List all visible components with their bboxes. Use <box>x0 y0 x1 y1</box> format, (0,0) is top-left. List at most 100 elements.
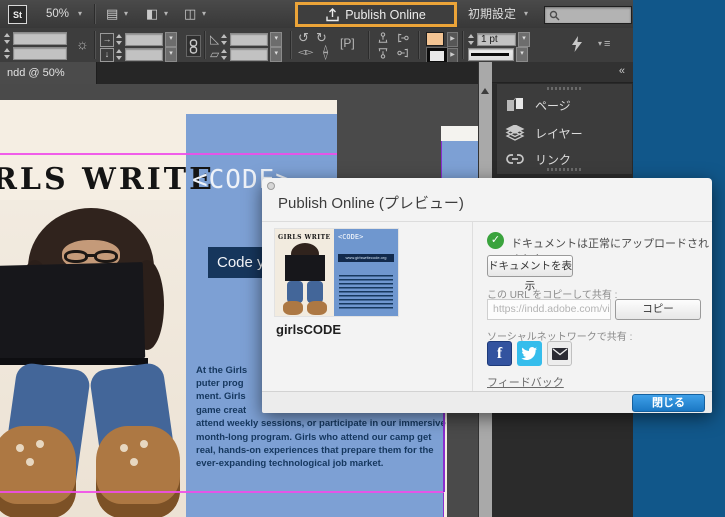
align-left-icon[interactable] <box>397 31 409 45</box>
tagline-bar: Code yo <box>208 247 270 278</box>
quick-apply-icon[interactable] <box>572 36 583 53</box>
scale-x-icon: → <box>100 33 114 47</box>
rotate-ccw-button[interactable]: ↺ <box>298 31 309 44</box>
zoom-level-value[interactable]: 50% <box>46 0 69 28</box>
envelope-icon <box>552 348 568 360</box>
thumb-photo-half: GIRLS WRITE <box>275 229 334 316</box>
arrange-documents-icon[interactable]: ◫ <box>184 0 196 28</box>
thumb-body-lines <box>339 275 393 309</box>
dock-header: « <box>492 62 633 83</box>
body-line: puter prog <box>196 378 244 389</box>
align-top-icon[interactable] <box>376 32 390 44</box>
girl-laptop-photo <box>0 200 186 517</box>
feedback-link[interactable]: フィードバック <box>487 374 564 390</box>
panel-menu-button[interactable]: ▾ ≡ <box>598 39 610 49</box>
panel-label: ページ <box>535 97 571 114</box>
view-document-button[interactable]: ドキュメントを表示 <box>487 255 573 277</box>
panel-drag-handle[interactable] <box>547 168 581 171</box>
search-icon <box>549 10 560 21</box>
twitter-share-button[interactable] <box>517 341 542 366</box>
constrain-proportions-toggle[interactable] <box>186 35 201 57</box>
dialog-vertical-divider <box>472 222 473 391</box>
body-line: real, hands-on experiences that prepare … <box>196 445 434 456</box>
body-line: month-long program. Girls who attend our… <box>196 432 431 443</box>
panel-drag-handle[interactable] <box>547 87 581 90</box>
scale-y-icon: ↓ <box>100 48 114 62</box>
panel-tab-pages[interactable]: ページ <box>505 94 630 116</box>
copy-url-button[interactable]: コピー <box>615 299 701 320</box>
thumb-url-bar: www.girlswritecode.org <box>338 254 394 262</box>
thumb-jeans <box>287 281 303 303</box>
document-tab[interactable]: ndd @ 50% <box>0 62 97 84</box>
stroke-flyout-button[interactable]: ▶ <box>447 48 458 63</box>
upload-icon <box>326 8 339 22</box>
next-page-frame <box>441 141 478 178</box>
rotate-cw-button[interactable]: ↻ <box>316 31 327 44</box>
scroll-up-arrow[interactable] <box>481 88 489 94</box>
distribute-icon[interactable] <box>397 46 409 60</box>
dialog-doc-name: girlsCODE <box>276 322 341 337</box>
search-input[interactable] <box>544 6 632 24</box>
body-line: At the Girls <box>196 365 247 376</box>
height-field[interactable] <box>4 47 67 60</box>
twitter-bird-icon <box>521 347 538 361</box>
panel-group: ページ レイヤー リンク <box>496 83 633 175</box>
flip-vertical-button[interactable]: ◅▻ <box>319 45 332 60</box>
margin-guide-top <box>0 153 337 155</box>
body-line: ever-expanding technological job market. <box>196 458 383 469</box>
application-bar: St 50% ▾ ▤ ▾ ◧ ▾ ◫ ▾ Publish Online 初期設定… <box>0 0 633 29</box>
flip-horizontal-button[interactable]: ◅▻ <box>298 46 313 59</box>
stroke-style-field[interactable]: ▾ <box>468 47 528 62</box>
photo-boot-right <box>96 426 180 517</box>
pages-icon <box>505 97 525 113</box>
next-page-top <box>441 126 478 141</box>
email-share-button[interactable] <box>547 341 572 366</box>
scale-x-field[interactable]: →▾ <box>100 32 177 47</box>
document-thumbnail: GIRLS WRITE <CODE> www.girlswritecode.or… <box>275 229 398 316</box>
toolbar-separator <box>94 4 96 24</box>
collapse-panels-icon[interactable]: « <box>619 65 625 77</box>
screen-mode-icon[interactable]: ◧ <box>146 0 158 28</box>
workspace-arrow[interactable]: ▾ <box>524 0 528 28</box>
scale-y-field[interactable]: ↓▾ <box>100 47 177 62</box>
rotation-icon: ◺ <box>210 33 219 46</box>
photo-laptop <box>0 262 145 362</box>
thumb-boot <box>283 301 303 315</box>
thumb-code-text: <CODE> <box>338 233 363 241</box>
preview-spreads-icon[interactable]: ▤ <box>106 0 118 28</box>
dialog-divider <box>262 221 712 222</box>
share-url-field[interactable]: https://indd.adobe.com/view/2b5c3b9f <box>487 299 611 320</box>
photo-laptop-base <box>0 358 148 365</box>
preview-spreads-arrow[interactable]: ▾ <box>124 0 128 28</box>
links-icon <box>505 152 525 166</box>
dialog-window-dot[interactable] <box>267 182 275 190</box>
body-line: ment. Girls <box>196 391 246 402</box>
shear-angle-field[interactable]: ▱▾ <box>210 47 282 62</box>
app-icon[interactable]: St <box>8 5 27 24</box>
screen-mode-arrow[interactable]: ▾ <box>164 0 168 28</box>
auto-fit-icon[interactable]: ☼ <box>76 38 89 51</box>
publish-online-dialog: Publish Online (プレビュー) GIRLS WRITE <CODE… <box>262 178 712 412</box>
fill-flyout-button[interactable]: ▶ <box>447 32 458 47</box>
zoom-dropdown-arrow[interactable]: ▾ <box>78 0 82 28</box>
width-field[interactable] <box>4 32 67 45</box>
control-panel: ☼ →▾ ↓▾ ◺▾ ▱▾ ↺ ↻ ◅▻ ◅▻ [P] <box>0 28 633 64</box>
panel-label: リンク <box>535 151 571 168</box>
workspace-switcher[interactable]: 初期設定 <box>468 0 516 28</box>
body-line: game creat <box>196 405 246 416</box>
margin-guide-bottom <box>0 491 444 493</box>
fill-color-swatch[interactable] <box>426 32 444 46</box>
panel-tab-layers[interactable]: レイヤー <box>505 122 630 144</box>
panel-label: レイヤー <box>535 125 583 142</box>
rotation-angle-field[interactable]: ◺▾ <box>210 32 282 47</box>
panel-tab-links[interactable]: リンク <box>505 148 630 170</box>
arrange-documents-arrow[interactable]: ▾ <box>202 0 206 28</box>
close-button[interactable]: 閉じる <box>632 394 705 412</box>
facebook-share-button[interactable]: f <box>487 341 512 366</box>
publish-online-button[interactable]: Publish Online <box>295 2 457 27</box>
success-check-icon: ✓ <box>487 232 504 249</box>
thumb-boot <box>307 301 327 315</box>
align-bottom-icon[interactable] <box>376 47 390 59</box>
stroke-weight-field[interactable]: 1 pt ▾ <box>468 32 530 47</box>
thumb-blue-half: <CODE> www.girlswritecode.org <box>334 229 398 316</box>
